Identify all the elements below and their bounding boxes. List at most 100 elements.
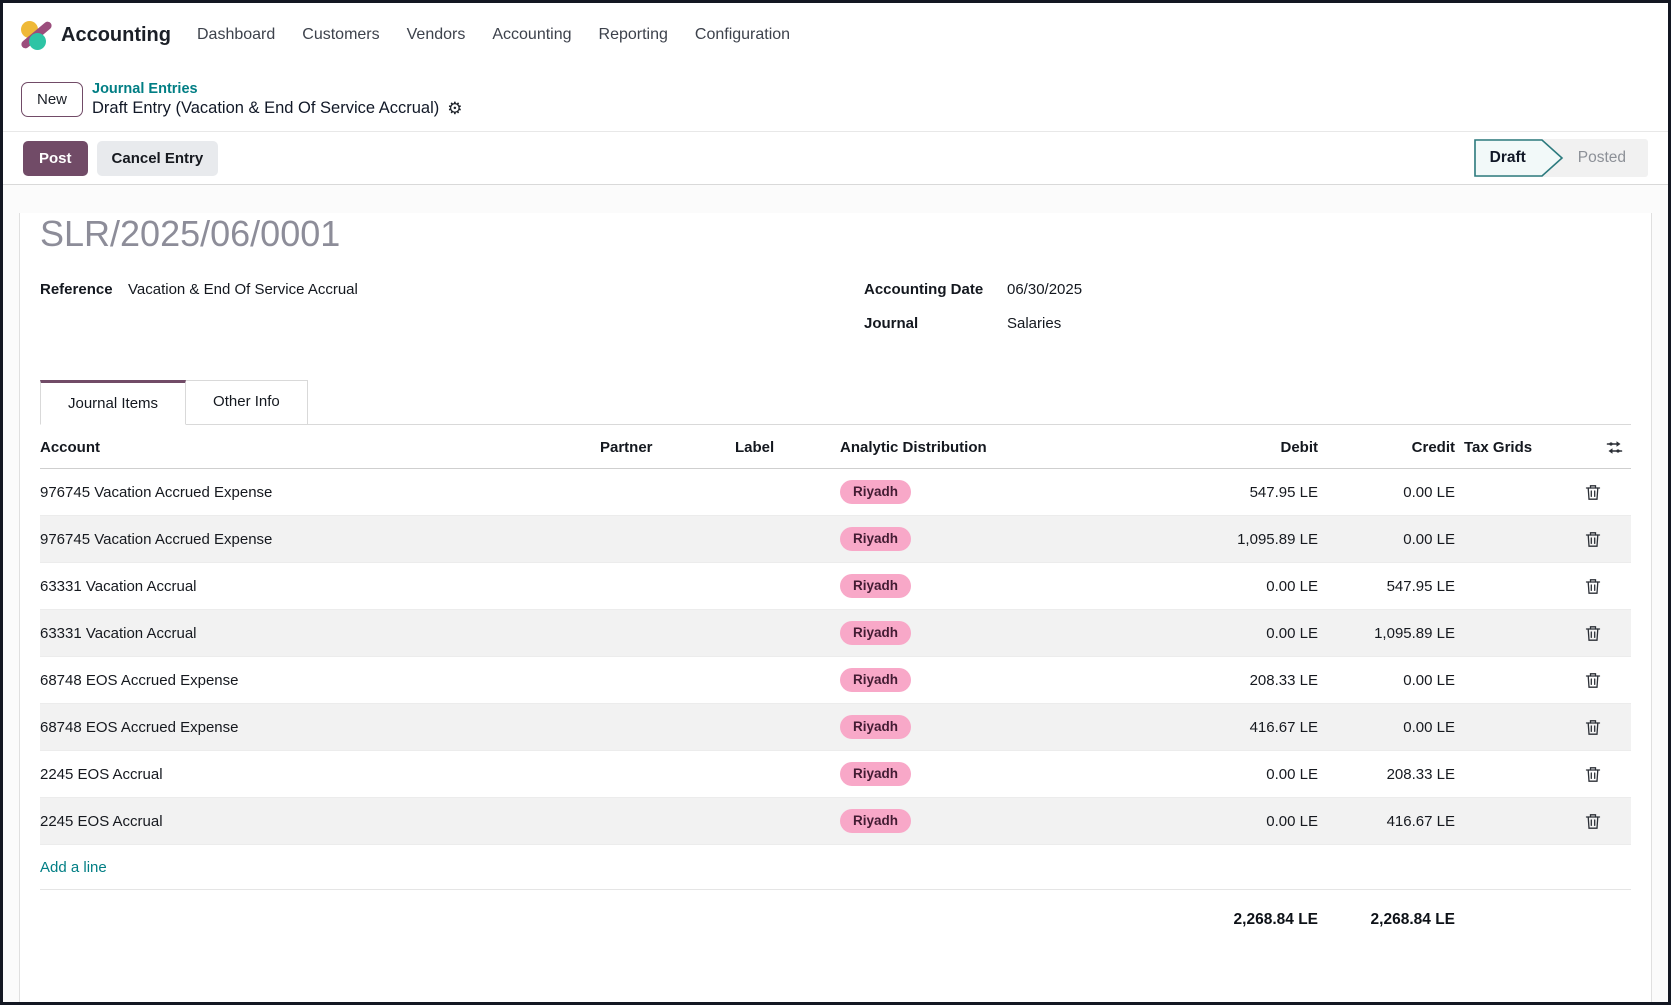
menu-customers[interactable]: Customers (302, 26, 379, 44)
table-header-row: Account Partner Label Analytic Distribut… (40, 427, 1631, 469)
col-partner[interactable]: Partner (600, 439, 735, 456)
table-row[interactable]: 68748 EOS Accrued Expense Riyadh 416.67 … (40, 704, 1631, 751)
analytic-distribution-cell[interactable]: Riyadh (840, 621, 1158, 645)
debit-cell[interactable]: 0.00 LE (1158, 766, 1318, 783)
add-line-row: Add a line (40, 845, 1631, 890)
analytic-distribution-cell[interactable]: Riyadh (840, 762, 1158, 786)
col-tax-grids[interactable]: Tax Grids (1455, 439, 1561, 456)
analytic-distribution-cell[interactable]: Riyadh (840, 527, 1158, 551)
tab-other-info[interactable]: Other Info (186, 380, 308, 425)
menu-configuration[interactable]: Configuration (695, 26, 790, 44)
menu-accounting[interactable]: Accounting (492, 26, 571, 44)
col-account[interactable]: Account (40, 439, 600, 456)
status-bar: Post Cancel Entry Draft Posted (3, 131, 1668, 185)
debit-cell[interactable]: 0.00 LE (1158, 813, 1318, 830)
menu-vendors[interactable]: Vendors (407, 26, 466, 44)
delete-row-icon[interactable] (1585, 625, 1601, 642)
analytic-tag-badge[interactable]: Riyadh (840, 668, 911, 692)
accounting-date-field[interactable]: 06/30/2025 (1007, 281, 1082, 298)
tab-journal-items[interactable]: Journal Items (40, 380, 186, 425)
account-cell[interactable]: 68748 EOS Accrued Expense (40, 719, 600, 736)
gear-icon[interactable]: ⚙ (447, 100, 462, 117)
delete-row-icon[interactable] (1585, 484, 1601, 501)
col-label[interactable]: Label (735, 439, 840, 456)
col-analytic-distribution[interactable]: Analytic Distribution (840, 439, 1158, 456)
table-row[interactable]: 68748 EOS Accrued Expense Riyadh 208.33 … (40, 657, 1631, 704)
breadcrumb-journal-entries[interactable]: Journal Entries (92, 80, 463, 98)
delete-row-icon[interactable] (1585, 531, 1601, 548)
table-row[interactable]: 976745 Vacation Accrued Expense Riyadh 1… (40, 516, 1631, 563)
analytic-tag-badge[interactable]: Riyadh (840, 715, 911, 739)
credit-cell[interactable]: 0.00 LE (1318, 719, 1455, 736)
analytic-tag-badge[interactable]: Riyadh (840, 809, 911, 833)
table-row[interactable]: 2245 EOS Accrual Riyadh 0.00 LE 416.67 L… (40, 798, 1631, 845)
analytic-distribution-cell[interactable]: Riyadh (840, 574, 1158, 598)
cancel-entry-button[interactable]: Cancel Entry (97, 141, 219, 176)
reference-label: Reference (40, 281, 128, 298)
accounting-date-label: Accounting Date (864, 281, 1007, 298)
menu-reporting[interactable]: Reporting (599, 26, 668, 44)
account-cell[interactable]: 976745 Vacation Accrued Expense (40, 531, 600, 548)
debit-cell[interactable]: 0.00 LE (1158, 625, 1318, 642)
odoo-logo-icon[interactable] (21, 19, 51, 51)
app-window: Accounting Dashboard Customers Vendors A… (0, 0, 1671, 1005)
entry-number-title[interactable]: SLR/2025/06/0001 (40, 213, 1631, 255)
post-button[interactable]: Post (23, 141, 88, 176)
stage-draft-label: Draft (1474, 139, 1542, 177)
analytic-distribution-cell[interactable]: Riyadh (840, 480, 1158, 504)
account-cell[interactable]: 63331 Vacation Accrual (40, 625, 600, 642)
debit-cell[interactable]: 0.00 LE (1158, 578, 1318, 595)
form-sheet: SLR/2025/06/0001 Reference Vacation & En… (19, 213, 1652, 1005)
menu-dashboard[interactable]: Dashboard (197, 26, 275, 44)
table-row[interactable]: 63331 Vacation Accrual Riyadh 0.00 LE 54… (40, 563, 1631, 610)
credit-cell[interactable]: 0.00 LE (1318, 484, 1455, 501)
delete-row-icon[interactable] (1585, 813, 1601, 830)
delete-row-icon[interactable] (1585, 719, 1601, 736)
analytic-tag-badge[interactable]: Riyadh (840, 574, 911, 598)
credit-cell[interactable]: 1,095.89 LE (1318, 625, 1455, 642)
account-cell[interactable]: 2245 EOS Accrual (40, 813, 600, 830)
notebook-tabs: Journal Items Other Info (40, 379, 1631, 425)
optional-columns-icon[interactable] (1606, 439, 1623, 456)
account-cell[interactable]: 976745 Vacation Accrued Expense (40, 484, 600, 501)
debit-cell[interactable]: 416.67 LE (1158, 719, 1318, 736)
add-a-line-link[interactable]: Add a line (40, 845, 107, 889)
new-button[interactable]: New (21, 82, 83, 117)
analytic-tag-badge[interactable]: Riyadh (840, 480, 911, 504)
table-row[interactable]: 2245 EOS Accrual Riyadh 0.00 LE 208.33 L… (40, 751, 1631, 798)
credit-cell[interactable]: 208.33 LE (1318, 766, 1455, 783)
debit-cell[interactable]: 208.33 LE (1158, 672, 1318, 689)
table-row[interactable]: 976745 Vacation Accrued Expense Riyadh 5… (40, 469, 1631, 516)
app-name[interactable]: Accounting (61, 24, 171, 47)
credit-cell[interactable]: 416.67 LE (1318, 813, 1455, 830)
stage-posted[interactable]: Posted (1564, 149, 1648, 167)
delete-row-icon[interactable] (1585, 578, 1601, 595)
credit-cell[interactable]: 547.95 LE (1318, 578, 1455, 595)
col-credit[interactable]: Credit (1318, 439, 1455, 456)
debit-cell[interactable]: 547.95 LE (1158, 484, 1318, 501)
table-row[interactable]: 63331 Vacation Accrual Riyadh 0.00 LE 1,… (40, 610, 1631, 657)
stage-stepper: Draft Posted (1474, 139, 1648, 177)
total-debit: 2,268.84 LE (1158, 911, 1318, 929)
credit-cell[interactable]: 0.00 LE (1318, 672, 1455, 689)
journal-field[interactable]: Salaries (1007, 315, 1061, 332)
analytic-tag-badge[interactable]: Riyadh (840, 527, 911, 551)
content-area: SLR/2025/06/0001 Reference Vacation & En… (3, 185, 1668, 1005)
reference-field[interactable]: Vacation & End Of Service Accrual (128, 281, 358, 298)
debit-cell[interactable]: 1,095.89 LE (1158, 531, 1318, 548)
analytic-distribution-cell[interactable]: Riyadh (840, 715, 1158, 739)
top-navbar: Accounting Dashboard Customers Vendors A… (3, 3, 1668, 67)
account-cell[interactable]: 68748 EOS Accrued Expense (40, 672, 600, 689)
credit-cell[interactable]: 0.00 LE (1318, 531, 1455, 548)
analytic-tag-badge[interactable]: Riyadh (840, 762, 911, 786)
journal-items-table: Account Partner Label Analytic Distribut… (40, 427, 1631, 929)
delete-row-icon[interactable] (1585, 672, 1601, 689)
delete-row-icon[interactable] (1585, 766, 1601, 783)
stage-draft[interactable]: Draft (1474, 139, 1564, 177)
account-cell[interactable]: 63331 Vacation Accrual (40, 578, 600, 595)
account-cell[interactable]: 2245 EOS Accrual (40, 766, 600, 783)
analytic-distribution-cell[interactable]: Riyadh (840, 668, 1158, 692)
analytic-tag-badge[interactable]: Riyadh (840, 621, 911, 645)
analytic-distribution-cell[interactable]: Riyadh (840, 809, 1158, 833)
col-debit[interactable]: Debit (1158, 439, 1318, 456)
